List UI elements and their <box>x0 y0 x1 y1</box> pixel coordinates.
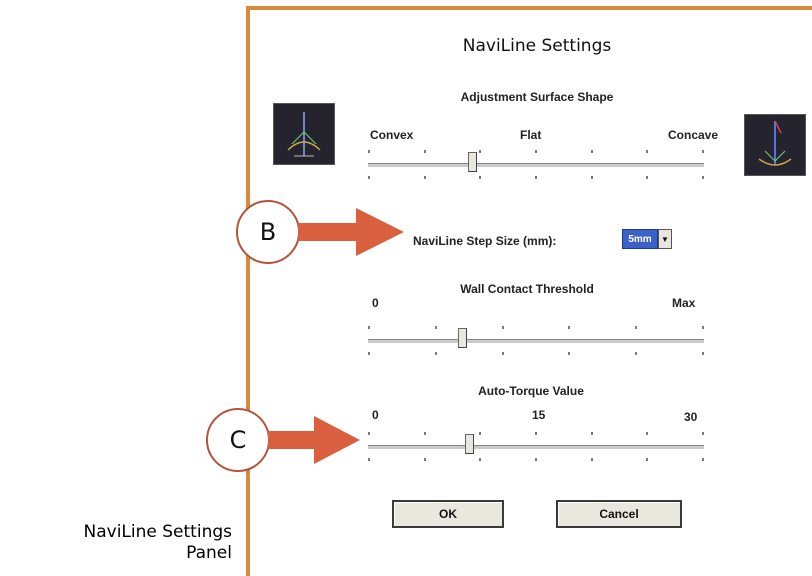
slider-tick <box>368 150 370 153</box>
slider-tick <box>479 176 481 179</box>
slider-tick <box>368 432 370 435</box>
slider-tick <box>435 326 437 329</box>
wall-contact-min-label: 0 <box>372 296 379 310</box>
surface-ticks-bottom <box>368 176 704 180</box>
convex-label: Convex <box>370 128 414 142</box>
naviline-settings-panel: NaviLine Settings Adjustment Surface Sha… <box>246 6 812 576</box>
wall-slider-track <box>368 339 704 344</box>
callout-b-arrow <box>298 208 404 256</box>
slider-tick <box>479 432 481 435</box>
slider-tick <box>591 432 593 435</box>
torque-slider-thumb[interactable] <box>465 434 474 454</box>
convex-surface-icon <box>287 112 321 157</box>
surface-slider-track <box>368 163 704 168</box>
slider-tick <box>568 326 570 329</box>
surface-ticks-top <box>368 150 704 154</box>
auto-torque-min-label: 0 <box>372 408 379 422</box>
wall-slider-thumb[interactable] <box>458 328 467 348</box>
slider-tick <box>368 176 370 179</box>
chevron-down-icon[interactable]: ▼ <box>658 229 672 249</box>
slider-tick <box>702 326 704 329</box>
concave-label: Concave <box>668 128 719 142</box>
slider-tick <box>502 326 504 329</box>
slider-tick <box>702 150 704 153</box>
convex-surface-thumbnail <box>273 103 335 165</box>
wall-contact-title: Wall Contact Threshold <box>460 282 594 296</box>
slider-tick <box>646 176 648 179</box>
ok-button[interactable]: OK <box>392 500 504 528</box>
slider-tick <box>535 432 537 435</box>
surface-shape-title: Adjustment Surface Shape <box>460 90 614 104</box>
step-size-value: 5mm <box>622 229 658 249</box>
slider-tick <box>646 432 648 435</box>
slider-tick <box>568 352 570 355</box>
step-size-select[interactable]: 5mm ▼ <box>622 228 672 250</box>
panel-title: NaviLine Settings <box>462 36 612 56</box>
callout-c-circle: C <box>206 408 270 472</box>
wall-contact-max-label: Max <box>672 296 696 310</box>
callout-c-arrow <box>268 416 360 464</box>
slider-tick <box>368 326 370 329</box>
torque-slider-track <box>368 445 704 450</box>
slider-tick <box>591 176 593 179</box>
torque-ticks-top <box>368 432 704 436</box>
slider-tick <box>591 150 593 153</box>
slider-tick <box>479 458 481 461</box>
slider-tick <box>702 458 704 461</box>
figure-caption: NaviLine Settings Panel <box>84 522 232 564</box>
callout-b-circle: B <box>236 200 300 264</box>
slider-tick <box>646 458 648 461</box>
auto-torque-max-label: 30 <box>684 410 698 424</box>
concave-surface-thumbnail <box>744 114 806 176</box>
slider-tick <box>535 458 537 461</box>
slider-tick <box>535 150 537 153</box>
slider-tick <box>424 176 426 179</box>
flat-label: Flat <box>520 128 542 142</box>
step-size-label: NaviLine Step Size (mm): <box>413 234 557 248</box>
slider-tick <box>591 458 593 461</box>
slider-tick <box>368 352 370 355</box>
slider-tick <box>424 458 426 461</box>
slider-tick <box>424 432 426 435</box>
slider-tick <box>424 150 426 153</box>
caption-line-2: Panel <box>186 543 232 563</box>
slider-tick <box>702 352 704 355</box>
wall-ticks-bottom <box>368 352 704 356</box>
auto-torque-slider[interactable] <box>368 428 704 468</box>
caption-line-1: NaviLine Settings <box>83 522 232 542</box>
cancel-button[interactable]: Cancel <box>556 500 682 528</box>
slider-tick <box>702 176 704 179</box>
slider-tick <box>635 326 637 329</box>
slider-tick <box>535 176 537 179</box>
auto-torque-title: Auto-Torque Value <box>478 384 584 398</box>
surface-shape-slider[interactable] <box>368 146 704 186</box>
slider-tick <box>702 432 704 435</box>
wall-contact-slider[interactable] <box>368 322 704 362</box>
concave-surface-icon <box>758 120 792 166</box>
slider-tick <box>435 352 437 355</box>
slider-tick <box>646 150 648 153</box>
slider-tick <box>635 352 637 355</box>
auto-torque-mid-label: 15 <box>532 408 546 422</box>
slider-tick <box>479 150 481 153</box>
slider-tick <box>502 352 504 355</box>
slider-tick <box>368 458 370 461</box>
torque-ticks-bottom <box>368 458 704 462</box>
surface-slider-thumb[interactable] <box>468 152 477 172</box>
wall-ticks-top <box>368 326 704 330</box>
